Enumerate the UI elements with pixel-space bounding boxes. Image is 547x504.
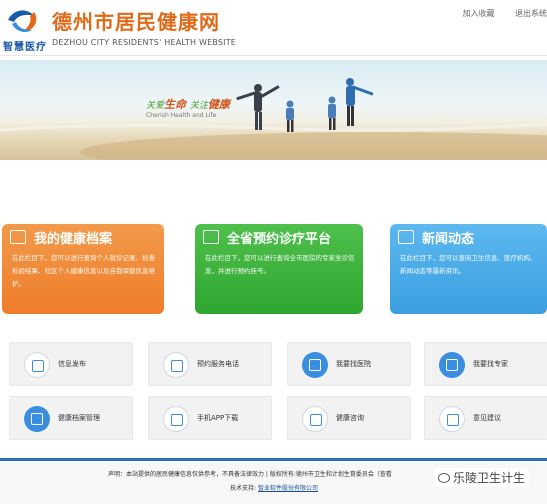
service-label: 健康档案管理 <box>58 414 100 422</box>
card-title: 新闻动态 <box>422 232 475 247</box>
site-subtitle: DEZHOU CITY RESIDENTS' HEALTH WEBSITE <box>52 38 237 47</box>
mail-icon <box>302 406 328 432</box>
service-health-consult[interactable]: 健康咨询 <box>287 396 411 440</box>
service-feedback[interactable]: 意见建议 <box>424 396 547 440</box>
family-beach-illustration <box>0 78 547 160</box>
hospital-icon <box>302 352 328 378</box>
phone-icon <box>163 352 189 378</box>
banner-slogan: 关爱生命 关注健康 <box>146 98 230 111</box>
service-label: 预约服务电话 <box>197 360 239 368</box>
footer-disclaimer: 声明：本站提供的居民健康信息仅供参考，不具备法律效力 | 版权所有:德州市卫生和… <box>108 471 392 478</box>
bookmark-link[interactable]: 加入收藏 <box>462 9 494 18</box>
service-label: 信息发布 <box>58 360 86 368</box>
service-find-hospital[interactable]: 我要找医院 <box>287 342 411 386</box>
card-title: 全省预约诊疗平台 <box>227 232 332 247</box>
service-health-record-mgmt[interactable]: 健康档案管理 <box>9 396 133 440</box>
card-appointment-platform[interactable]: 全省预约诊疗平台 在此栏目下，您可以进行查询全市医院的专家坐诊信息，并进行预约挂… <box>195 224 363 314</box>
footer-support: 技术支持: 智业软件股份有限公司 <box>230 485 318 492</box>
clipboard-icon <box>10 230 26 244</box>
layers-icon <box>439 406 465 432</box>
service-label: 意见建议 <box>473 414 501 422</box>
wechat-icon <box>437 473 450 483</box>
top-links: 加入收藏 退出系统 <box>444 8 547 19</box>
site-title: 德州市居民健康网 <box>52 10 220 34</box>
logout-link[interactable]: 退出系统 <box>515 9 547 18</box>
mobile-icon <box>163 406 189 432</box>
card-health-records[interactable]: 我的健康档案 在此栏目下，您可以进行查询个人就诊记录、检查检验结果、社区个人健康… <box>2 224 164 314</box>
service-label: 我要找专家 <box>473 360 508 368</box>
watermark: 乐陵卫生计生 <box>433 468 529 487</box>
card-description: 在此栏目下，您可以进行查询个人就诊记录、检查检验结果、社区个人健康信息以及自我保… <box>12 254 155 288</box>
service-label: 我要找医院 <box>336 360 371 368</box>
service-find-expert[interactable]: 我要找专家 <box>424 342 547 386</box>
profile-icon <box>24 406 50 432</box>
service-info-release[interactable]: 信息发布 <box>9 342 133 386</box>
service-label: 健康咨询 <box>336 414 364 422</box>
banner-slogan-en: Cherish Health and Life <box>146 112 217 119</box>
support-company-link[interactable]: 智业软件股份有限公司 <box>258 485 318 492</box>
card-description: 在此栏目下，您可以进行查询全市医院的专家坐诊信息，并进行预约挂号。 <box>205 254 355 275</box>
logo-icon <box>8 10 37 32</box>
site-header: 智慧医疗 德州市居民健康网 DEZHOU CITY RESIDENTS' HEA… <box>0 0 547 56</box>
service-app-download[interactable]: 手机APP下载 <box>148 396 272 440</box>
news-icon <box>398 230 414 244</box>
card-news[interactable]: 新闻动态 在此栏目下，您可以查阅卫生信息、医疗机构、新闻动态等最新资讯。 <box>390 224 547 314</box>
calendar-icon <box>203 230 219 244</box>
service-label: 手机APP下载 <box>197 414 239 422</box>
card-title: 我的健康档案 <box>34 232 113 247</box>
doctor-icon <box>439 352 465 378</box>
logo-text: 智慧医疗 <box>3 42 47 53</box>
service-appointment-phone[interactable]: 预约服务电话 <box>148 342 272 386</box>
hero-banner: 关爱生命 关注健康 Cherish Health and Life <box>0 60 547 160</box>
card-description: 在此栏目下，您可以查阅卫生信息、医疗机构、新闻动态等最新资讯。 <box>400 254 537 275</box>
document-icon <box>24 352 50 378</box>
